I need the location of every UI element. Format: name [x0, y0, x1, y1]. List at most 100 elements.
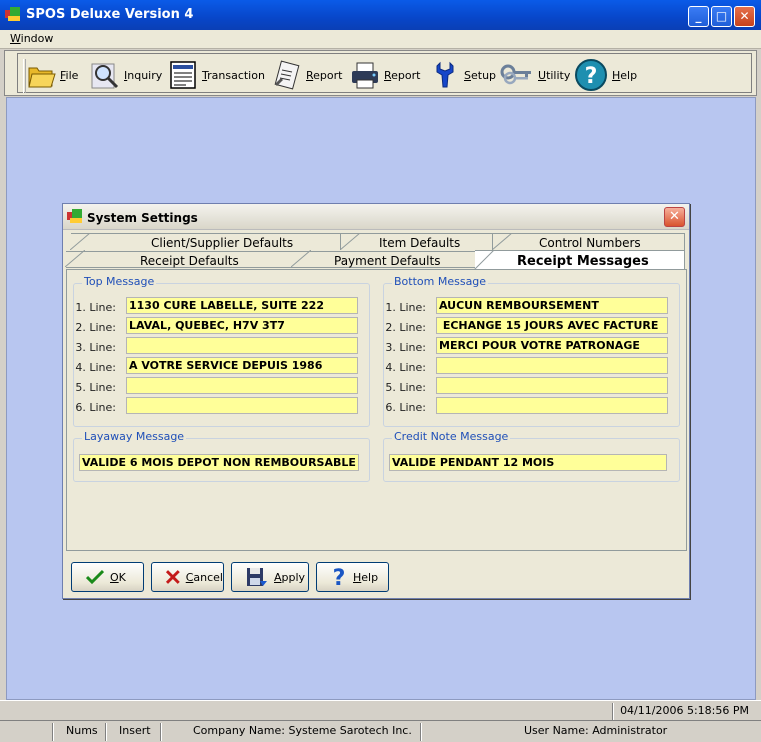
top-line-4-input[interactable]: A VOTRE SERVICE DEPUIS 1986: [126, 357, 358, 374]
top-line-2-input[interactable]: LAVAL, QUEBEC, H7V 3T7: [126, 317, 358, 334]
tab-receipt-defaults[interactable]: Receipt Defaults: [65, 250, 292, 268]
top-line-1-input[interactable]: 1130 CURE LABELLE, SUITE 222: [126, 297, 358, 314]
cancel-label: Cancel: [185, 570, 223, 584]
dialog-close-button[interactable]: ✕: [664, 207, 685, 227]
app-icon: [5, 7, 20, 21]
dialog-title: System Settings: [87, 211, 198, 225]
line-label: 6. Line:: [75, 401, 116, 414]
toolbar-report-label: Report: [306, 68, 343, 82]
tab-client-supplier-defaults[interactable]: Client/Supplier Defaults: [70, 233, 341, 250]
line-label: 6. Line:: [385, 401, 426, 414]
bottom-line-3-input[interactable]: MERCI POUR VOTRE PATRONAGE: [436, 337, 668, 354]
tab-slant: [291, 250, 311, 267]
bottom-line-2-input[interactable]: ECHANGE 15 JOURS AVEC FACTURE: [436, 317, 668, 334]
system-settings-dialog: System Settings ✕ Client/Supplier Defaul…: [62, 203, 690, 599]
toolbar-report-button[interactable]: Report: [272, 58, 342, 92]
help-button[interactable]: ? Help: [316, 562, 389, 592]
toolbar-print-report-label: Report: [384, 68, 421, 82]
apply-button[interactable]: Apply: [231, 562, 309, 592]
top-line-6-input[interactable]: [126, 397, 358, 414]
ok-button[interactable]: OK: [71, 562, 144, 592]
status-company: Company Name: Systeme Sarotech Inc.: [193, 724, 412, 737]
floppy-disk-icon: [247, 568, 267, 586]
status-bar-bottom: Nums Insert Company Name: Systeme Sarote…: [0, 720, 761, 742]
bottom-line-6-input[interactable]: [436, 397, 668, 414]
dialog-title-bar: System Settings ✕: [63, 204, 689, 230]
layaway-message-group: Layaway Message VALIDE 6 MOIS DEPOT NON …: [73, 430, 370, 482]
status-divider: [105, 723, 107, 741]
tab-item-defaults[interactable]: Item Defaults: [340, 233, 493, 250]
layaway-message-input[interactable]: VALIDE 6 MOIS DEPOT NON REMBOURSABLE: [79, 454, 359, 471]
tab-control-numbers[interactable]: Control Numbers: [492, 233, 685, 250]
bottom-line-5-input[interactable]: [436, 377, 668, 394]
tab-label: Receipt Messages: [517, 254, 649, 269]
printer-icon: [352, 62, 378, 89]
toolbar-setup-label: Setup: [464, 68, 497, 82]
tab-receipt-messages[interactable]: Receipt Messages: [474, 250, 685, 270]
wrench-icon: [436, 61, 454, 88]
status-divider: [52, 723, 54, 741]
cancel-button[interactable]: Cancel: [151, 562, 224, 592]
credit-note-message-input[interactable]: VALIDE PENDANT 12 MOIS: [389, 454, 667, 471]
svg-text:?: ?: [333, 566, 346, 588]
toolbar-help-label: Help: [612, 68, 638, 82]
tab-slant: [65, 250, 85, 267]
status-bar-top: 04/11/2006 5:18:56 PM: [0, 700, 761, 721]
window-title: SPOS Deluxe Version 4: [26, 7, 194, 22]
line-label: 3. Line:: [75, 341, 116, 354]
bottom-message-group: Bottom Message 1. Line: AUCUN REMBOURSEME…: [383, 275, 680, 427]
status-divider: [160, 723, 162, 741]
close-button[interactable]: ✕: [734, 6, 755, 27]
menu-window[interactable]: Window: [10, 32, 53, 45]
tab-slant: [70, 233, 90, 250]
toolbar-inquiry-label: Inquiry: [124, 68, 163, 82]
tab-label: Receipt Defaults: [140, 254, 239, 268]
status-datetime: 04/11/2006 5:18:56 PM: [620, 704, 749, 717]
menu-bar: Window: [0, 30, 761, 49]
tab-payment-defaults[interactable]: Payment Defaults: [291, 250, 475, 268]
line-label: 4. Line:: [75, 361, 116, 374]
status-user: User Name: Administrator: [524, 724, 668, 737]
top-line-3-input[interactable]: [126, 337, 358, 354]
line-label: 3. Line:: [385, 341, 426, 354]
tab-slant: [340, 233, 360, 250]
folder-icon: [28, 67, 56, 88]
toolbar: File Inquiry Transaction Report Report S…: [17, 53, 752, 93]
document-icon: [170, 61, 196, 89]
status-divider: [612, 703, 614, 721]
line-label: 5. Line:: [385, 381, 426, 394]
toolbar-print-report-button[interactable]: Report: [350, 58, 420, 92]
line-label: 2. Line:: [385, 321, 426, 334]
bottom-line-4-input[interactable]: [436, 357, 668, 374]
tab-slant: [474, 250, 494, 270]
maximize-button[interactable]: □: [711, 6, 732, 27]
tab-label: Control Numbers: [539, 236, 641, 250]
top-line-5-input[interactable]: [126, 377, 358, 394]
toolbar-utility-button[interactable]: Utility: [500, 58, 570, 92]
tab-label: Payment Defaults: [334, 254, 441, 268]
line-label: 1. Line:: [385, 301, 426, 314]
bottom-line-1-input[interactable]: AUCUN REMBOURSEMENT: [436, 297, 668, 314]
top-message-title: Top Message: [82, 275, 157, 288]
toolbar-file-label: File: [60, 68, 79, 82]
toolbar-inquiry-button[interactable]: Inquiry: [90, 58, 162, 92]
title-bar: SPOS Deluxe Version 4 _ □ ✕: [0, 0, 761, 30]
status-insert: Insert: [119, 724, 151, 737]
line-label: 1. Line:: [75, 301, 116, 314]
clipboard-icon: [274, 60, 300, 90]
svg-text:?: ?: [585, 64, 598, 89]
layaway-message-title: Layaway Message: [82, 430, 187, 443]
top-message-group: Top Message 1. Line: 1130 CURE LABELLE, S…: [73, 275, 370, 427]
apply-label: Apply: [274, 570, 306, 584]
toolbar-help-button[interactable]: ? Help: [574, 58, 637, 92]
magnifier-icon: [91, 63, 119, 89]
ok-label: OK: [110, 570, 126, 584]
app-icon: [67, 209, 82, 223]
minimize-button[interactable]: _: [688, 6, 709, 27]
toolbar-setup-button[interactable]: Setup: [430, 58, 496, 92]
toolbar-transaction-button[interactable]: Transaction: [168, 58, 265, 92]
help-label: Help: [353, 570, 379, 584]
toolbar-file-button[interactable]: File: [26, 58, 78, 92]
checkmark-icon: [86, 569, 104, 585]
tab-label: Client/Supplier Defaults: [151, 236, 294, 250]
